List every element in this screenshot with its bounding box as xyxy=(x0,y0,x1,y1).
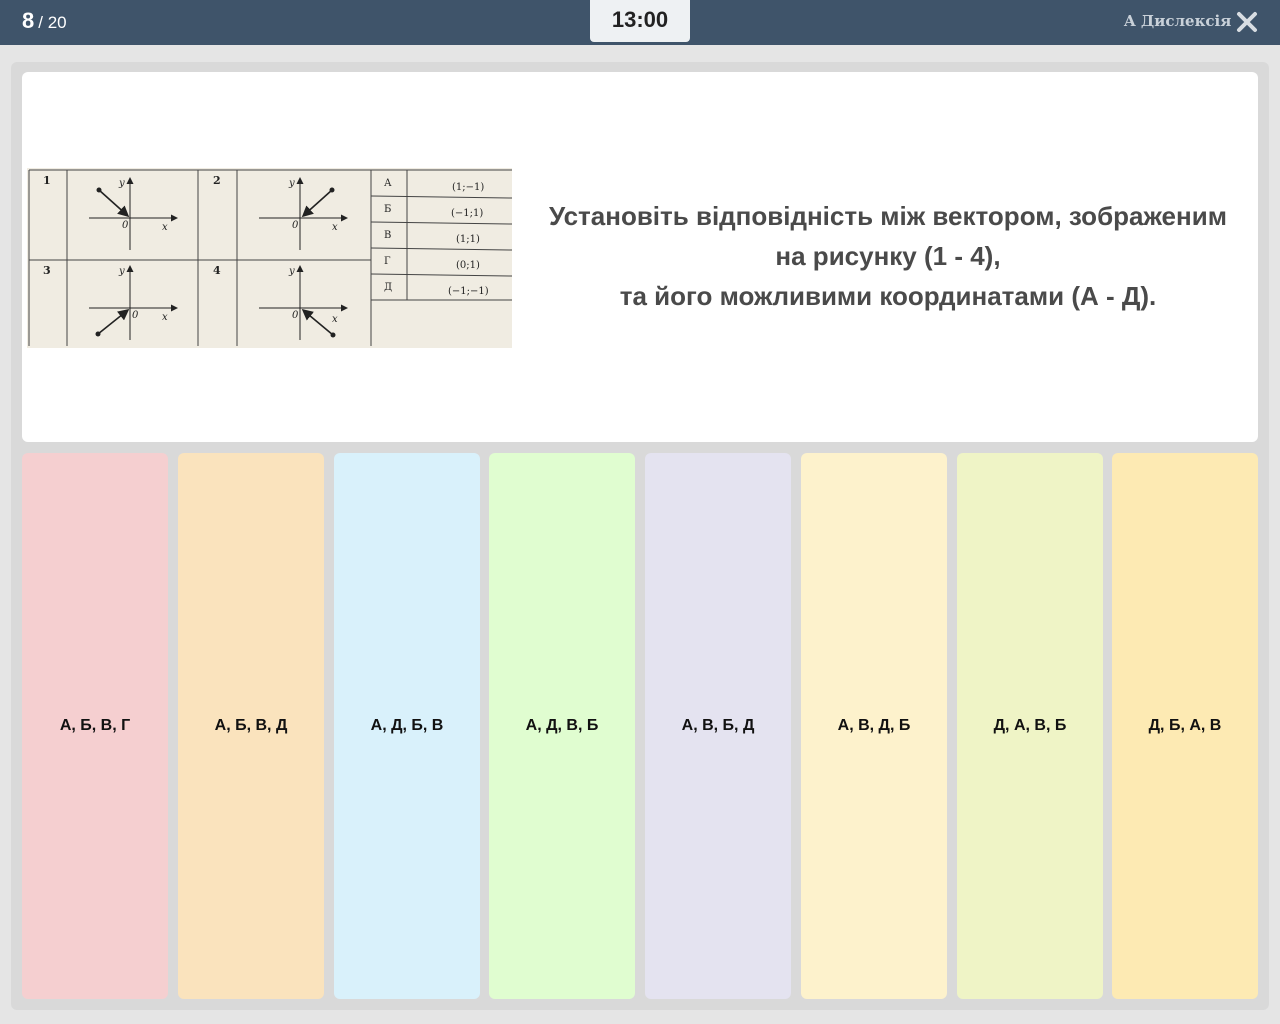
answer-option[interactable]: А, Д, Б, В xyxy=(334,453,480,999)
question-card: 1 2 3 4 y x 0 y x 0 y x 0 y x 0 А (1;−1)… xyxy=(22,72,1258,442)
total-questions: / 20 xyxy=(38,13,67,32)
table-letter: Б xyxy=(384,204,391,215)
timer: 13:00 xyxy=(590,0,690,42)
answer-label: А, Д, В, Б xyxy=(525,717,599,734)
answer-option[interactable]: А, В, Д, Б xyxy=(801,453,947,999)
answer-label: А, Б, В, Г xyxy=(59,717,131,734)
axis-x-label: x xyxy=(162,222,168,233)
answer-option[interactable]: А, В, Б, Д xyxy=(645,453,791,999)
question-counter: 8/ 20 xyxy=(22,8,67,34)
question-line: Установіть відповідність між вектором, з… xyxy=(549,201,1227,231)
axis-x-label: x xyxy=(332,222,338,233)
table-coords: (−1;−1) xyxy=(448,286,489,297)
question-line: на рисунку (1 - 4), xyxy=(775,241,1001,271)
table-letter: Г xyxy=(384,256,391,267)
table-letter: В xyxy=(384,230,391,241)
question-line: та його можливими координатами (А - Д). xyxy=(619,281,1157,311)
top-bar: 8/ 20 13:00 A Дислексія xyxy=(0,0,1280,45)
table-coords: (1;−1) xyxy=(452,182,484,193)
table-letter: А xyxy=(384,178,392,189)
axis-x-label: x xyxy=(162,312,168,323)
figure-panel-number: 1 xyxy=(43,174,51,187)
answer-label: Д, Б, А, В xyxy=(1148,717,1222,734)
origin-label: 0 xyxy=(132,310,139,321)
answer-option[interactable]: А, Б, В, Д xyxy=(178,453,324,999)
answer-label: А, В, Д, Б xyxy=(837,717,911,734)
axis-y-label: y xyxy=(118,266,125,277)
figure-panel-number: 3 xyxy=(43,264,51,277)
origin-label: 0 xyxy=(122,220,129,231)
axis-x-label: x xyxy=(332,314,338,325)
answer-label: А, В, Б, Д xyxy=(681,717,755,734)
table-letter: Д xyxy=(384,282,392,293)
answer-option[interactable]: А, Д, В, Б xyxy=(489,453,635,999)
dyslexia-toggle[interactable]: A Дислексія xyxy=(1124,12,1231,30)
axis-y-label: y xyxy=(288,266,295,277)
answer-option[interactable]: Д, А, В, Б xyxy=(957,453,1103,999)
table-coords: (1;1) xyxy=(456,234,480,245)
figure-panel-number: 4 xyxy=(213,264,221,277)
table-coords: (−1;1) xyxy=(451,208,483,219)
axis-y-label: y xyxy=(118,178,125,189)
answer-label: А, Д, Б, В xyxy=(370,717,444,734)
close-icon[interactable] xyxy=(1235,10,1259,34)
question-text: Установіть відповідність між вектором, з… xyxy=(520,196,1256,316)
axis-y-label: y xyxy=(288,178,295,189)
table-coords: (0;1) xyxy=(456,260,480,271)
origin-label: 0 xyxy=(292,310,299,321)
answer-label: А, Б, В, Д xyxy=(214,717,288,734)
answer-options: А, Б, В, Г А, Б, В, Д А, Д, Б, В А, Д, В… xyxy=(22,453,1258,999)
answer-option[interactable]: А, Б, В, Г xyxy=(22,453,168,999)
current-question-number: 8 xyxy=(22,8,35,33)
figure-panel-number: 2 xyxy=(213,174,221,187)
question-figure: 1 2 3 4 y x 0 y x 0 y x 0 y x 0 А (1;−1)… xyxy=(27,168,513,348)
origin-label: 0 xyxy=(292,220,299,231)
answer-option[interactable]: Д, Б, А, В xyxy=(1112,453,1258,999)
answer-label: Д, А, В, Б xyxy=(993,717,1067,734)
